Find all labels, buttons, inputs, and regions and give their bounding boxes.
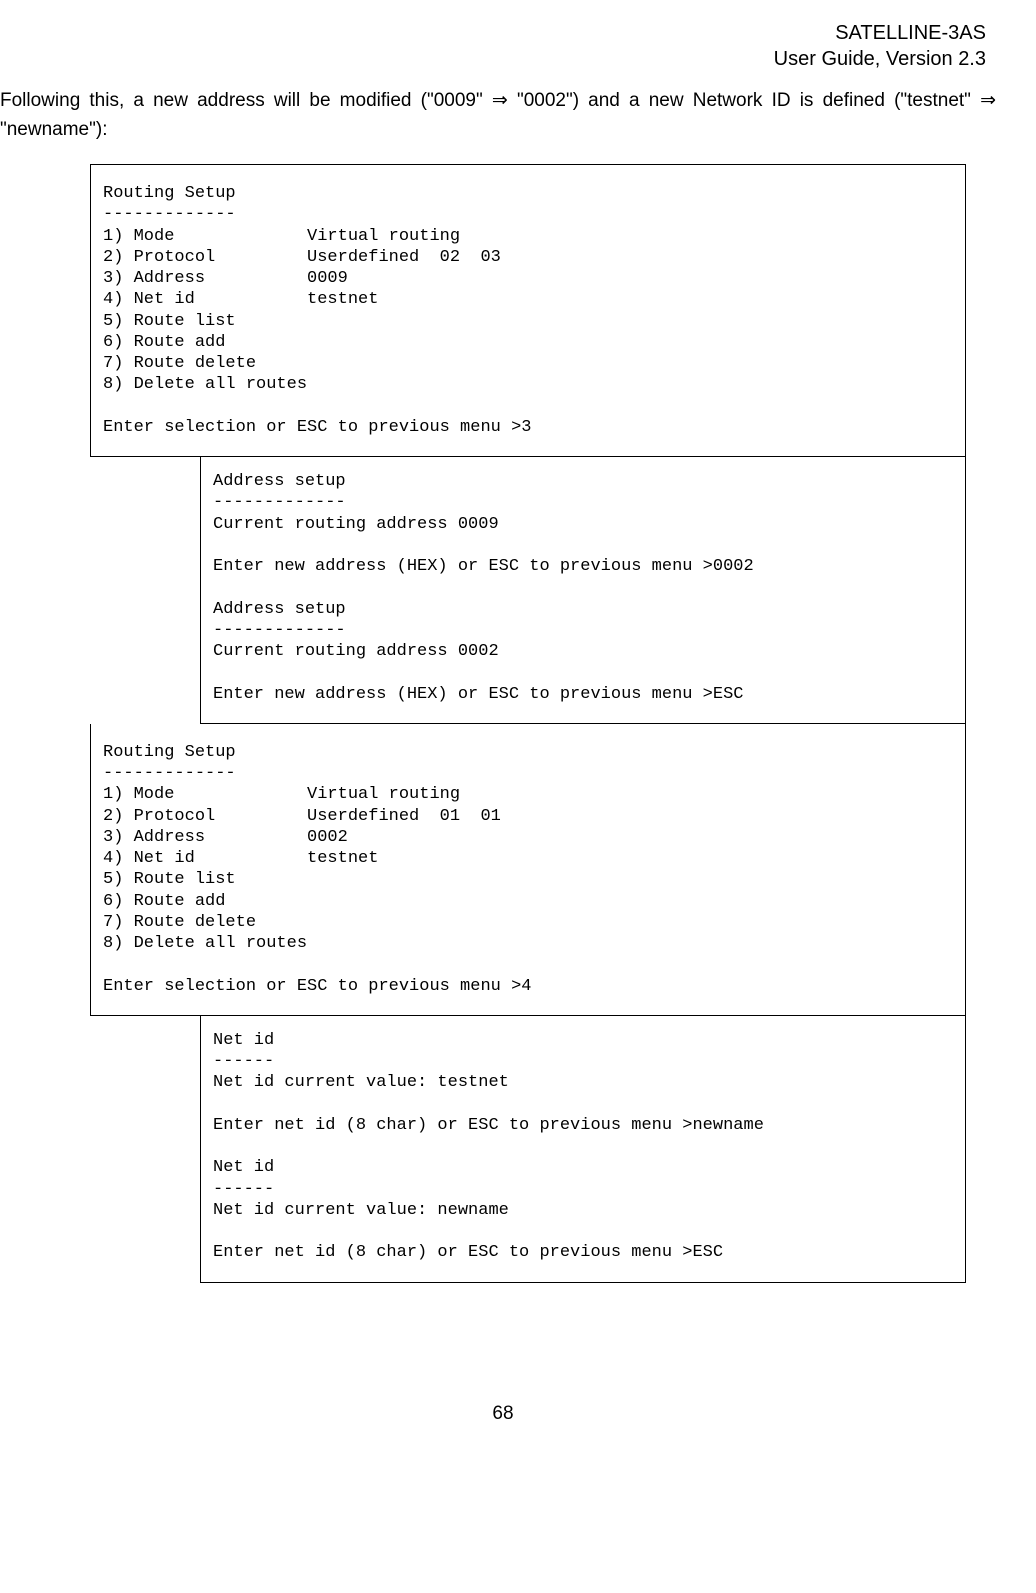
terminal-box-netid: Net id ------ Net id current value: test…: [200, 1016, 966, 1283]
terminal-box-routing-1: Routing Setup ------------- 1) Mode Virt…: [90, 164, 966, 457]
page-number: 68: [0, 1403, 1006, 1425]
page-header: SATELLINE-3AS User Guide, Version 2.3: [0, 20, 1006, 72]
terminal-box-routing-2: Routing Setup ------------- 1) Mode Virt…: [90, 724, 966, 1016]
header-line-2: User Guide, Version 2.3: [0, 46, 986, 72]
intro-text-3: "newname"):: [0, 119, 107, 140]
arrow-icon: ⇒: [492, 90, 508, 111]
intro-text-2: "0002") and a new Network ID is defined …: [508, 90, 980, 111]
intro-text-1: Following this, a new address will be mo…: [0, 90, 492, 111]
intro-paragraph: Following this, a new address will be mo…: [0, 87, 1006, 144]
header-line-1: SATELLINE-3AS: [0, 20, 986, 46]
terminal-box-address-setup: Address setup ------------- Current rout…: [200, 457, 966, 724]
arrow-icon: ⇒: [980, 90, 996, 111]
